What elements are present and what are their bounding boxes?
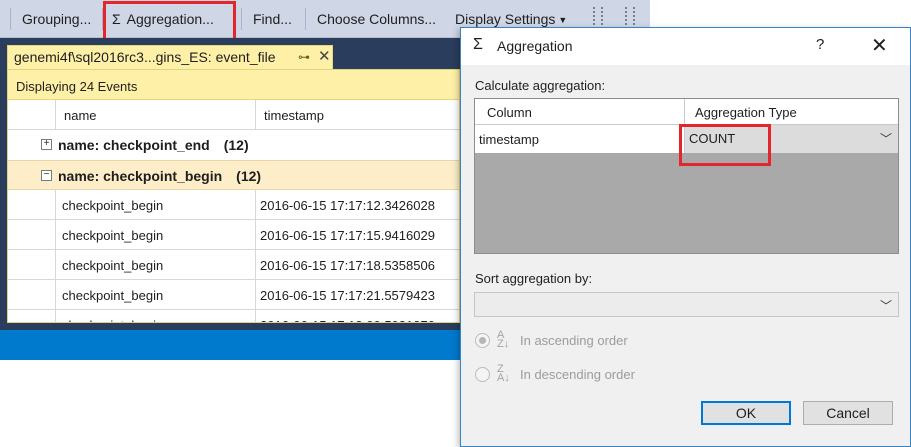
aggregation-dialog: Σ Aggregation ? ✕ Calculate aggregation:…	[460, 27, 911, 447]
aggregation-grid-header: Column Aggregation Type	[475, 99, 898, 125]
sort-ascending-icon: A Z↓	[497, 329, 510, 350]
table-row[interactable]: checkpoint_begin 2016-06-15 17:18:00.503…	[8, 310, 459, 322]
row-gutter	[8, 280, 56, 310]
event-count-info: Displaying 24 Events	[8, 70, 459, 100]
row-gutter	[8, 220, 56, 250]
column-header-aggregation-type: Aggregation Type	[695, 105, 797, 120]
header-gutter	[8, 100, 56, 130]
status-bar	[0, 330, 460, 360]
caret-down-icon: ▼	[558, 15, 568, 25]
row-gutter	[8, 310, 56, 322]
group-row-checkpoint-end[interactable]: + name: checkpoint_end (12)	[8, 130, 459, 160]
descending-radio[interactable]	[475, 367, 490, 382]
table-row[interactable]: checkpoint_begin 2016-06-15 17:17:12.342…	[8, 190, 459, 220]
group-row-checkpoint-begin[interactable]: − name: checkpoint_begin (12)	[8, 160, 459, 190]
close-tab-icon[interactable]: ✕	[318, 47, 331, 65]
highlight-aggregation-type	[679, 124, 771, 166]
sort-descending-icon: Z A↓	[497, 363, 510, 384]
close-icon[interactable]: ✕	[871, 33, 888, 58]
cell-timestamp: 2016-06-15 17:18:00.5031870	[256, 310, 459, 322]
empty-area	[0, 360, 460, 447]
document-tab-title: genemi4f\sql2016rc3...gins_ES: event_fil…	[14, 49, 276, 65]
column-header-name[interactable]: name	[56, 100, 256, 130]
pin-icon[interactable]: ⊶	[298, 50, 310, 64]
toolbar-separator	[241, 8, 242, 30]
cancel-button[interactable]: Cancel	[803, 401, 893, 425]
cell-name: checkpoint_begin	[56, 220, 256, 250]
display-settings-label: Display Settings	[455, 11, 556, 27]
column-header-column: Column	[475, 99, 685, 125]
collapse-icon[interactable]: −	[41, 170, 52, 181]
table-row[interactable]: checkpoint_begin 2016-06-15 17:17:15.941…	[8, 220, 459, 250]
document-tab[interactable]: genemi4f\sql2016rc3...gins_ES: event_fil…	[7, 45, 333, 69]
descending-label: In descending order	[520, 367, 635, 382]
column-header-timestamp[interactable]: timestamp	[256, 100, 459, 130]
toolbar-separator	[10, 8, 11, 30]
display-settings-dropdown[interactable]: Display Settings ▼	[455, 11, 567, 27]
ascending-radio[interactable]	[475, 333, 490, 348]
cell-name: checkpoint_begin	[56, 190, 256, 220]
chevron-down-icon[interactable]: ﹀	[880, 130, 892, 147]
ascending-label: In ascending order	[520, 333, 628, 348]
sort-aggregation-select[interactable]: ﹀	[474, 292, 899, 317]
sort-aggregation-label: Sort aggregation by:	[475, 271, 593, 286]
group-label: name: checkpoint_end	[58, 137, 210, 153]
expand-icon[interactable]: +	[41, 139, 52, 150]
cell-timestamp: 2016-06-15 17:17:21.5579423	[260, 288, 435, 303]
dialog-title: Aggregation	[497, 38, 573, 54]
choose-columns-button[interactable]: Choose Columns...	[317, 11, 436, 27]
group-count: (12)	[236, 168, 262, 184]
cell-timestamp: 2016-06-15 17:17:18.5358506	[260, 258, 435, 273]
group-count: (12)	[223, 137, 249, 153]
cell-name: checkpoint_begin	[56, 310, 256, 322]
table-row[interactable]: checkpoint_begin 2016-06-15 17:17:21.557…	[8, 280, 459, 310]
table-row[interactable]: checkpoint_begin 2016-06-15 17:17:18.535…	[8, 250, 459, 280]
cell-name: checkpoint_begin	[56, 250, 256, 280]
chevron-down-icon[interactable]: ﹀	[880, 297, 892, 314]
row-gutter	[8, 190, 56, 220]
aggregation-grid: Column Aggregation Type timestamp COUNT …	[474, 98, 899, 254]
help-button[interactable]: ?	[816, 36, 824, 53]
row-gutter	[8, 250, 56, 280]
find-button[interactable]: Find...	[253, 11, 292, 27]
group-label: name: checkpoint_begin	[58, 168, 223, 184]
cell-timestamp: 2016-06-15 17:17:12.3426028	[260, 198, 435, 213]
event-grid-panel: Displaying 24 Events name timestamp + na…	[7, 69, 460, 323]
calculate-aggregation-label: Calculate aggregation:	[475, 78, 606, 93]
ok-button[interactable]: OK	[701, 401, 791, 425]
sigma-icon: Σ	[473, 36, 483, 53]
grid-header: name timestamp	[8, 100, 459, 130]
cell-name: checkpoint_begin	[56, 280, 256, 310]
aggregation-column-cell: timestamp	[475, 125, 685, 153]
dialog-title-bar[interactable]: Σ Aggregation ? ✕	[461, 28, 910, 65]
cell-timestamp: 2016-06-15 17:17:15.9416029	[260, 228, 435, 243]
toolbar-separator	[305, 8, 306, 30]
grouping-button[interactable]: Grouping...	[22, 11, 91, 27]
